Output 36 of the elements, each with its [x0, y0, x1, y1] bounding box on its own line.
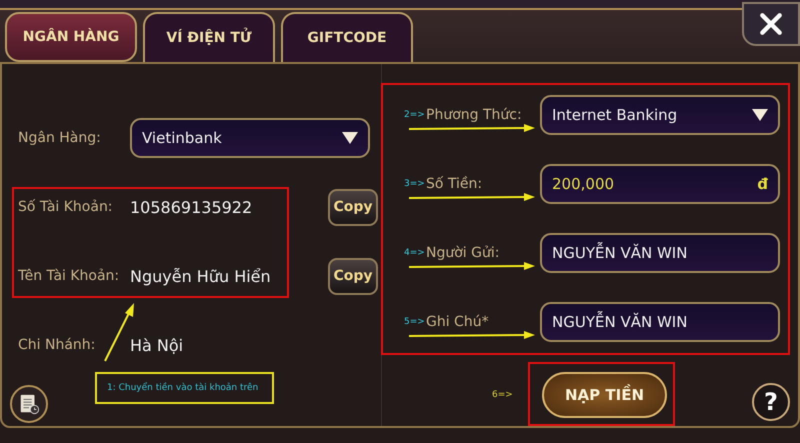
deposit-button[interactable]: NẠP TIỀN	[542, 372, 667, 418]
field-label: Số Tài Khoản:	[18, 199, 114, 215]
tab[interactable]: VÍ ĐIỆN TỬ	[143, 12, 275, 62]
branch-value: Hà Nội	[130, 336, 184, 354]
close-button[interactable]	[742, 2, 800, 46]
input-field[interactable]: NGUYỄN VĂN WIN	[540, 302, 780, 342]
history-button[interactable]	[10, 385, 48, 423]
step-marker: 5=>	[404, 317, 426, 327]
copy-button[interactable]: Copy	[328, 188, 378, 226]
field-label: Số Tiền:	[426, 176, 484, 192]
step-marker: 2=>	[404, 110, 426, 120]
currency-unit: đ	[757, 175, 768, 193]
copy-button[interactable]: Copy	[328, 258, 378, 294]
close-icon	[758, 11, 784, 37]
method-dropdown[interactable]: Internet Banking	[540, 95, 780, 135]
field-label: Người Gửi:	[426, 245, 500, 261]
field-label: Chi Nhánh:	[18, 337, 96, 353]
tab[interactable]: NGÂN HÀNG	[5, 12, 137, 62]
step-marker: 6=>	[492, 390, 514, 400]
step-marker: 4=>	[404, 248, 426, 258]
account-value: 105869135922	[130, 198, 252, 216]
field-label: Phương Thức:	[426, 107, 523, 123]
input-field[interactable]: NGUYỄN VĂN WIN	[540, 233, 780, 273]
bank-dropdown[interactable]: Vietinbank	[130, 118, 370, 158]
caret-icon	[342, 132, 358, 144]
field-label: Ghi Chú*	[426, 314, 490, 330]
account-value: Nguyễn Hữu Hiển	[130, 266, 271, 286]
amount-field[interactable]: 200,000 đ	[540, 164, 780, 204]
annotation-note: 1: Chuyển tiền vào tài khoản trên	[95, 372, 274, 404]
step-marker: 3=>	[404, 179, 426, 189]
document-icon	[18, 393, 40, 415]
field-label: Ngân Hàng:	[18, 130, 102, 146]
field-label: Tên Tài Khoản:	[18, 268, 120, 284]
tab[interactable]: GIFTCODE	[281, 12, 413, 62]
caret-icon	[752, 109, 768, 121]
help-button[interactable]: ?	[752, 383, 790, 421]
